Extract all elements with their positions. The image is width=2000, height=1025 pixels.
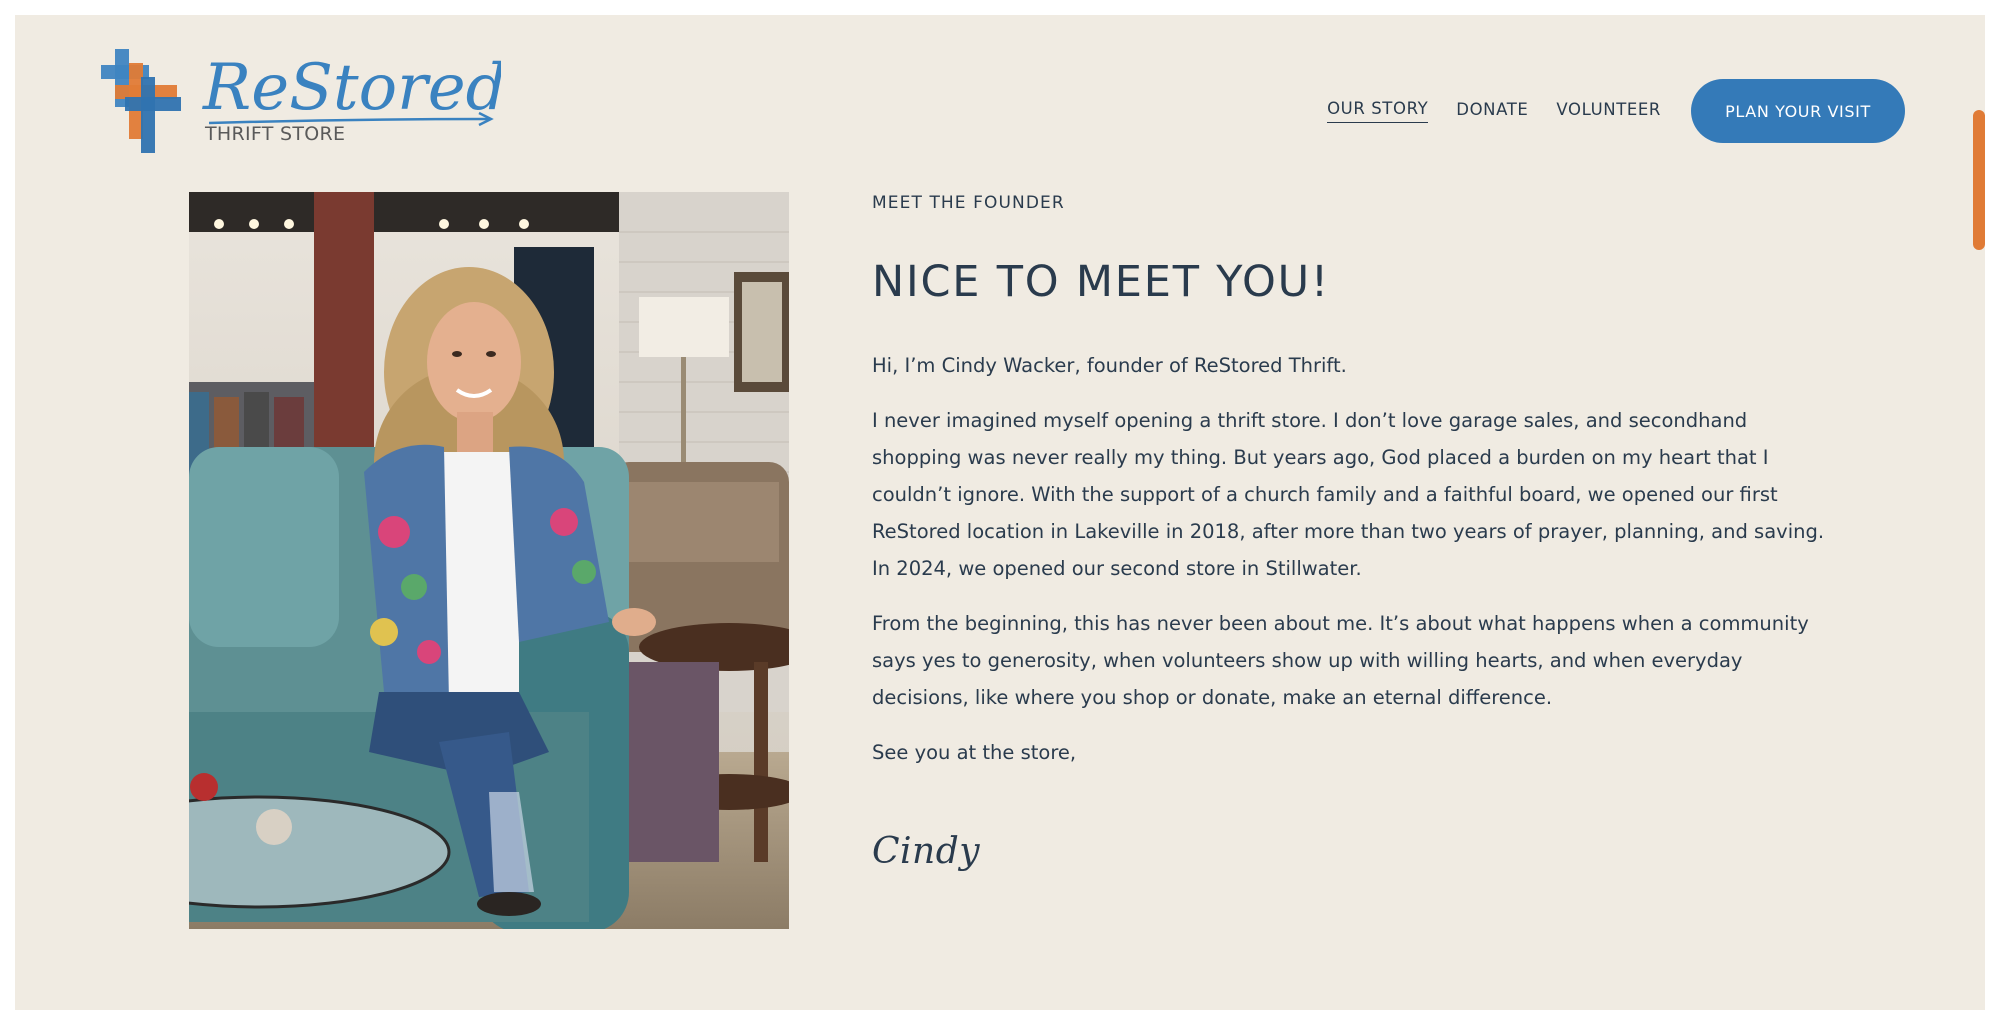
cross-logo-icon: ReStored [101,49,501,153]
page-title: NICE TO MEET YOU! [872,257,1330,307]
nav-our-story[interactable]: OUR STORY [1327,99,1429,123]
scrollbar-thumb[interactable] [1973,110,1985,250]
section-eyebrow: MEET THE FOUNDER [872,193,1065,213]
story-paragraph: I never imagined myself opening a thrift… [872,409,1825,580]
mission-paragraph: From the beginning, this has never been … [872,612,1809,709]
founder-photo [189,192,789,929]
founder-photo-image [189,192,789,929]
main-nav: OUR STORY DONATE VOLUNTEER PLAN YOUR VIS… [1327,79,1905,143]
logo-tagline: THRIFT STORE [205,123,346,145]
founder-story: MEET THE FOUNDER NICE TO MEET YOU! Hi, I… [872,193,1832,872]
closing-paragraph: See you at the store, [872,741,1077,764]
intro-paragraph: Hi, I’m Cindy Wacker, founder of ReStore… [872,354,1347,377]
restored-logo[interactable]: ReStored THRIFT STORE [101,47,501,163]
svg-text:ReStored: ReStored [202,51,501,125]
page-frame: ReStored THRIFT STORE OUR STORY DONATE V… [15,15,1985,1010]
plan-your-visit-button[interactable]: PLAN YOUR VISIT [1691,79,1905,143]
signature: Cindy [872,831,981,872]
nav-volunteer[interactable]: VOLUNTEER [1556,100,1661,123]
nav-donate[interactable]: DONATE [1456,100,1528,123]
